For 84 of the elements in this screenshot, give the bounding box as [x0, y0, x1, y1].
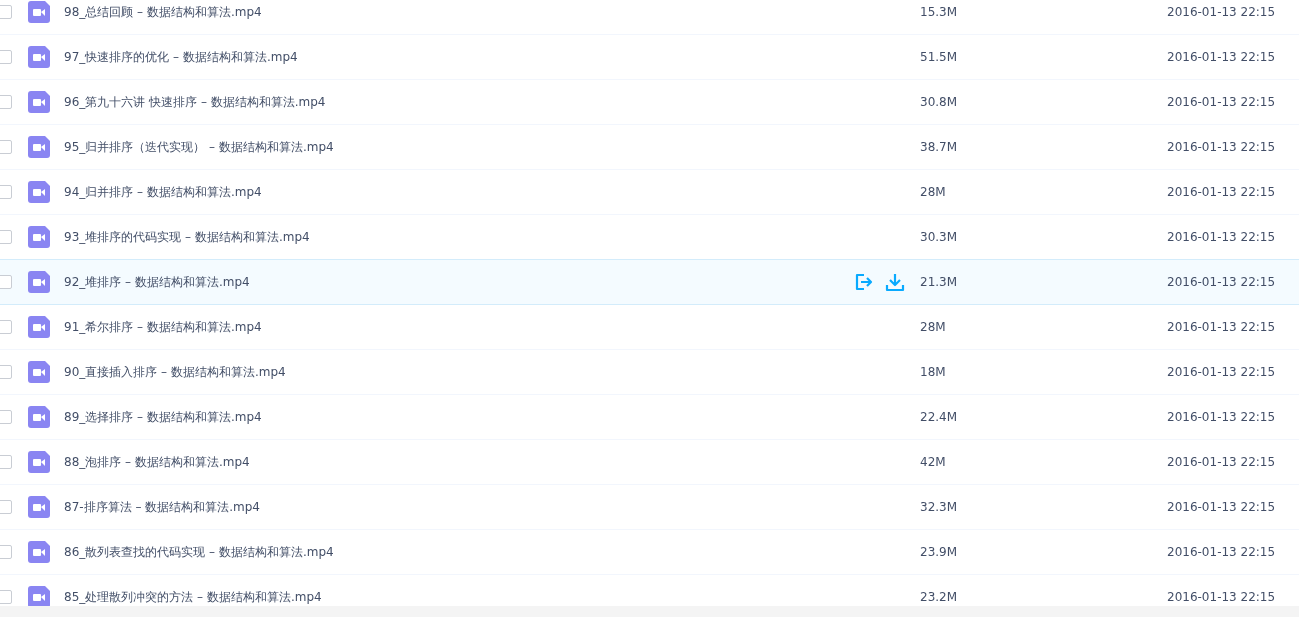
modified-date: 2016-01-13 22:15 [1167, 410, 1276, 424]
file-row[interactable]: 86_散列表查找的代码实现 – 数据结构和算法.mp4 23.9M 2016-01-13 22:15 [0, 530, 1299, 575]
file-size: 22.4M [920, 410, 958, 424]
file-size: 38.7M [920, 140, 958, 154]
file-row[interactable]: 98_总结回顾 – 数据结构和算法.mp4 15.3M 2016-01-13 22:15 [0, 0, 1299, 35]
video-file-icon [28, 496, 50, 518]
checkbox[interactable] [0, 410, 12, 424]
checkbox[interactable] [0, 5, 12, 19]
file-size: 28M [920, 185, 946, 199]
video-file-icon [28, 586, 50, 608]
video-file-icon [28, 451, 50, 473]
file-name[interactable]: 94_归并排序 – 数据结构和算法.mp4 [64, 183, 262, 201]
modified-date: 2016-01-13 22:15 [1167, 590, 1276, 604]
modified-date: 2016-01-13 22:15 [1167, 230, 1276, 244]
file-name[interactable]: 97_快速排序的优化 – 数据结构和算法.mp4 [64, 48, 298, 66]
video-file-icon [28, 1, 50, 23]
file-row[interactable]: 89_选择排序 – 数据结构和算法.mp4 22.4M 2016-01-13 22:15 [0, 395, 1299, 440]
modified-date: 2016-01-13 22:15 [1167, 545, 1276, 559]
file-row[interactable]: 88_泡排序 – 数据结构和算法.mp4 42M 2016-01-13 22:15 [0, 440, 1299, 485]
modified-date: 2016-01-13 22:15 [1167, 50, 1276, 64]
file-size: 42M [920, 455, 946, 469]
checkbox[interactable] [0, 95, 12, 109]
file-size: 23.2M [920, 590, 958, 604]
file-name[interactable]: 95_归并排序（迭代实现） – 数据结构和算法.mp4 [64, 138, 334, 156]
file-name[interactable]: 90_直接插入排序 – 数据结构和算法.mp4 [64, 363, 286, 381]
download-icon[interactable] [885, 272, 905, 292]
checkbox[interactable] [0, 545, 12, 559]
video-file-icon [28, 181, 50, 203]
file-name[interactable]: 89_选择排序 – 数据结构和算法.mp4 [64, 408, 262, 426]
file-name[interactable]: 91_希尔排序 – 数据结构和算法.mp4 [64, 318, 262, 336]
modified-date: 2016-01-13 22:15 [1167, 95, 1276, 109]
video-file-icon [28, 136, 50, 158]
file-size: 30.3M [920, 230, 958, 244]
modified-date: 2016-01-13 22:15 [1167, 275, 1276, 289]
checkbox[interactable] [0, 455, 12, 469]
file-name[interactable]: 87-排序算法 – 数据结构和算法.mp4 [64, 498, 260, 516]
file-row[interactable]: 96_第九十六讲 快速排序 – 数据结构和算法.mp4 30.8M 2016-01-13 22:15 [0, 80, 1299, 125]
video-file-icon [28, 316, 50, 338]
file-size: 51.5M [920, 50, 958, 64]
modified-date: 2016-01-13 22:15 [1167, 5, 1276, 19]
file-row[interactable]: 95_归并排序（迭代实现） – 数据结构和算法.mp4 38.7M 2016-01-13 22:15 [0, 125, 1299, 170]
file-size: 23.9M [920, 545, 958, 559]
checkbox[interactable] [0, 230, 12, 244]
video-file-icon [28, 226, 50, 248]
file-size: 32.3M [920, 500, 958, 514]
file-row[interactable]: 90_直接插入排序 – 数据结构和算法.mp4 18M 2016-01-13 22:15 [0, 350, 1299, 395]
checkbox[interactable] [0, 140, 12, 154]
file-row[interactable]: 92_堆排序 – 数据结构和算法.mp4 21.3M 2016-01-13 22:15 [0, 259, 1299, 305]
share-icon[interactable] [853, 272, 873, 292]
checkbox[interactable] [0, 365, 12, 379]
file-name[interactable]: 98_总结回顾 – 数据结构和算法.mp4 [64, 3, 262, 21]
checkbox[interactable] [0, 320, 12, 334]
file-size: 18M [920, 365, 946, 379]
video-file-icon [28, 91, 50, 113]
file-name[interactable]: 96_第九十六讲 快速排序 – 数据结构和算法.mp4 [64, 93, 326, 111]
video-file-icon [28, 361, 50, 383]
file-name[interactable]: 92_堆排序 – 数据结构和算法.mp4 [64, 273, 250, 291]
modified-date: 2016-01-13 22:15 [1167, 365, 1276, 379]
checkbox[interactable] [0, 185, 12, 199]
modified-date: 2016-01-13 22:15 [1167, 320, 1276, 334]
file-row[interactable]: 97_快速排序的优化 – 数据结构和算法.mp4 51.5M 2016-01-13 22:15 [0, 35, 1299, 80]
file-name[interactable]: 93_堆排序的代码实现 – 数据结构和算法.mp4 [64, 228, 310, 246]
checkbox[interactable] [0, 500, 12, 514]
video-file-icon [28, 406, 50, 428]
file-name[interactable]: 86_散列表查找的代码实现 – 数据结构和算法.mp4 [64, 543, 334, 561]
file-row[interactable]: 87-排序算法 – 数据结构和算法.mp4 32.3M 2016-01-13 22:15 [0, 485, 1299, 530]
file-size: 28M [920, 320, 946, 334]
modified-date: 2016-01-13 22:15 [1167, 185, 1276, 199]
modified-date: 2016-01-13 22:15 [1167, 140, 1276, 154]
video-file-icon [28, 46, 50, 68]
video-file-icon [28, 271, 50, 293]
file-row[interactable]: 94_归并排序 – 数据结构和算法.mp4 28M 2016-01-13 22:15 [0, 170, 1299, 215]
video-file-icon [28, 541, 50, 563]
modified-date: 2016-01-13 22:15 [1167, 500, 1276, 514]
checkbox[interactable] [0, 590, 12, 604]
modified-date: 2016-01-13 22:15 [1167, 455, 1276, 469]
checkbox[interactable] [0, 275, 12, 289]
file-size: 30.8M [920, 95, 958, 109]
file-size: 15.3M [920, 5, 958, 19]
file-row[interactable]: 91_希尔排序 – 数据结构和算法.mp4 28M 2016-01-13 22:15 [0, 305, 1299, 350]
file-name[interactable]: 88_泡排序 – 数据结构和算法.mp4 [64, 453, 250, 471]
file-size: 21.3M [920, 275, 958, 289]
file-name[interactable]: 85_处理散列冲突的方法 – 数据结构和算法.mp4 [64, 588, 322, 606]
checkbox[interactable] [0, 50, 12, 64]
